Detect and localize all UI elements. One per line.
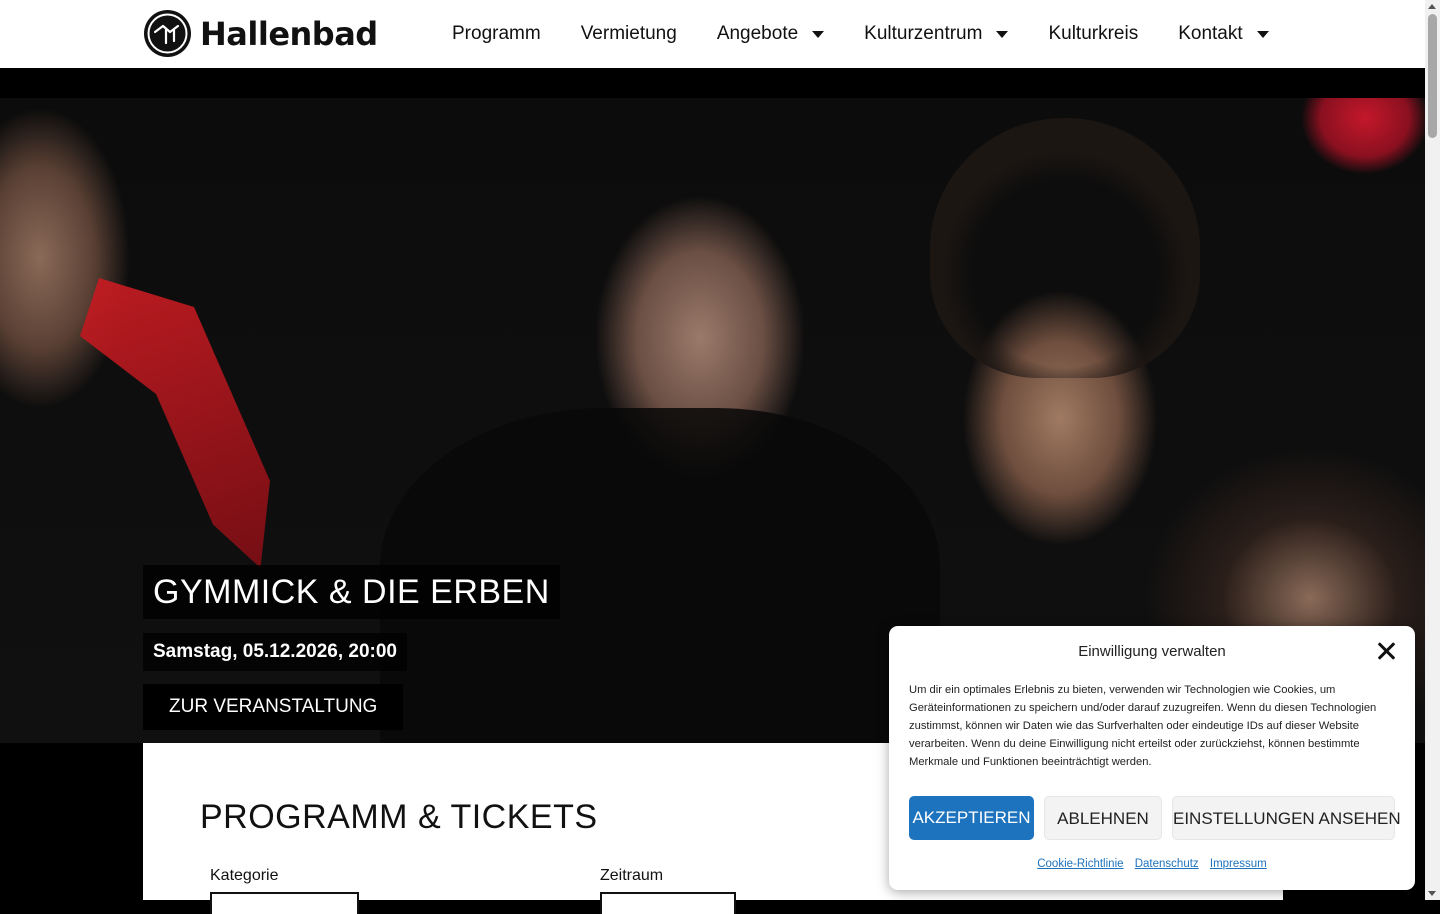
category-select[interactable] — [210, 892, 359, 914]
cookie-policy-link[interactable]: Cookie-Richtlinie — [1037, 858, 1123, 870]
nav-label: Kontakt — [1178, 23, 1243, 44]
caret-down-icon[interactable] — [1256, 30, 1269, 38]
dialog-text: Um dir ein optimales Erlebnis zu bieten,… — [909, 684, 1377, 768]
imprint-link[interactable]: Impressum — [1210, 858, 1267, 870]
timeframe-select[interactable] — [600, 892, 736, 914]
nav-label: Programm — [452, 23, 541, 44]
caret-down-icon[interactable] — [812, 30, 825, 38]
nav-item-kontakt[interactable]: Kontakt — [1178, 23, 1269, 45]
scroll-down-icon[interactable] — [1428, 891, 1436, 896]
event-title: GYMMICK & DIE ERBEN — [143, 565, 560, 619]
nav-item-kulturkreis[interactable]: Kulturkreis — [1048, 23, 1138, 45]
nav-label: Vermietung — [580, 23, 677, 44]
nav-item-angebote[interactable]: Angebote — [716, 23, 825, 45]
nav-item-vermietung[interactable]: Vermietung — [581, 23, 677, 45]
nav-label: Kulturzentrum — [864, 23, 983, 44]
hero-photo-detail — [80, 278, 270, 568]
filter-label-zeitraum: Zeitraum — [600, 867, 664, 884]
scroll-up-icon[interactable] — [1428, 4, 1436, 9]
dialog-title: Einwilligung verwalten — [1078, 643, 1226, 660]
privacy-link[interactable]: Datenschutz — [1135, 858, 1199, 870]
deny-button[interactable]: ABLEHNEN — [1044, 796, 1162, 840]
page-scrollbar[interactable] — [1425, 0, 1440, 900]
caret-down-icon[interactable] — [996, 30, 1009, 38]
dialog-links: Cookie-Richtlinie Datenschutz Impressum — [889, 858, 1415, 870]
nav-label: Kulturkreis — [1048, 23, 1139, 44]
header-divider-band — [0, 68, 1425, 98]
cookie-consent-dialog: Einwilligung verwalten Um dir ein optima… — [889, 626, 1415, 890]
accept-button[interactable]: AKZEPTIEREN — [909, 796, 1034, 840]
section-title: PROGRAMM & TICKETS — [200, 798, 598, 836]
logo-text: Hallenbad — [200, 14, 378, 53]
hero-photo-detail — [930, 118, 1200, 378]
event-details-button[interactable]: ZUR VERANSTALTUNG — [143, 684, 404, 730]
hallenbad-logo-icon — [144, 10, 191, 57]
view-settings-button[interactable]: EINSTELLUNGEN ANSEHEN — [1172, 796, 1401, 840]
nav-item-programm[interactable]: Programm — [452, 23, 541, 45]
nav-item-kulturzentrum[interactable]: Kulturzentrum — [864, 23, 1009, 45]
filter-label-kategorie: Kategorie — [210, 867, 279, 884]
event-date: Samstag, 05.12.2026, 20:00 — [143, 633, 408, 671]
main-nav: Programm Vermietung Angebote Kulturzentr… — [452, 0, 1309, 68]
close-icon[interactable] — [1376, 641, 1396, 661]
nav-label: Angebote — [716, 23, 799, 44]
site-logo[interactable]: Hallenbad — [144, 10, 378, 57]
scrollbar-thumb[interactable] — [1428, 14, 1437, 138]
site-header: Hallenbad Programm Vermietung Angebote K… — [0, 0, 1425, 68]
